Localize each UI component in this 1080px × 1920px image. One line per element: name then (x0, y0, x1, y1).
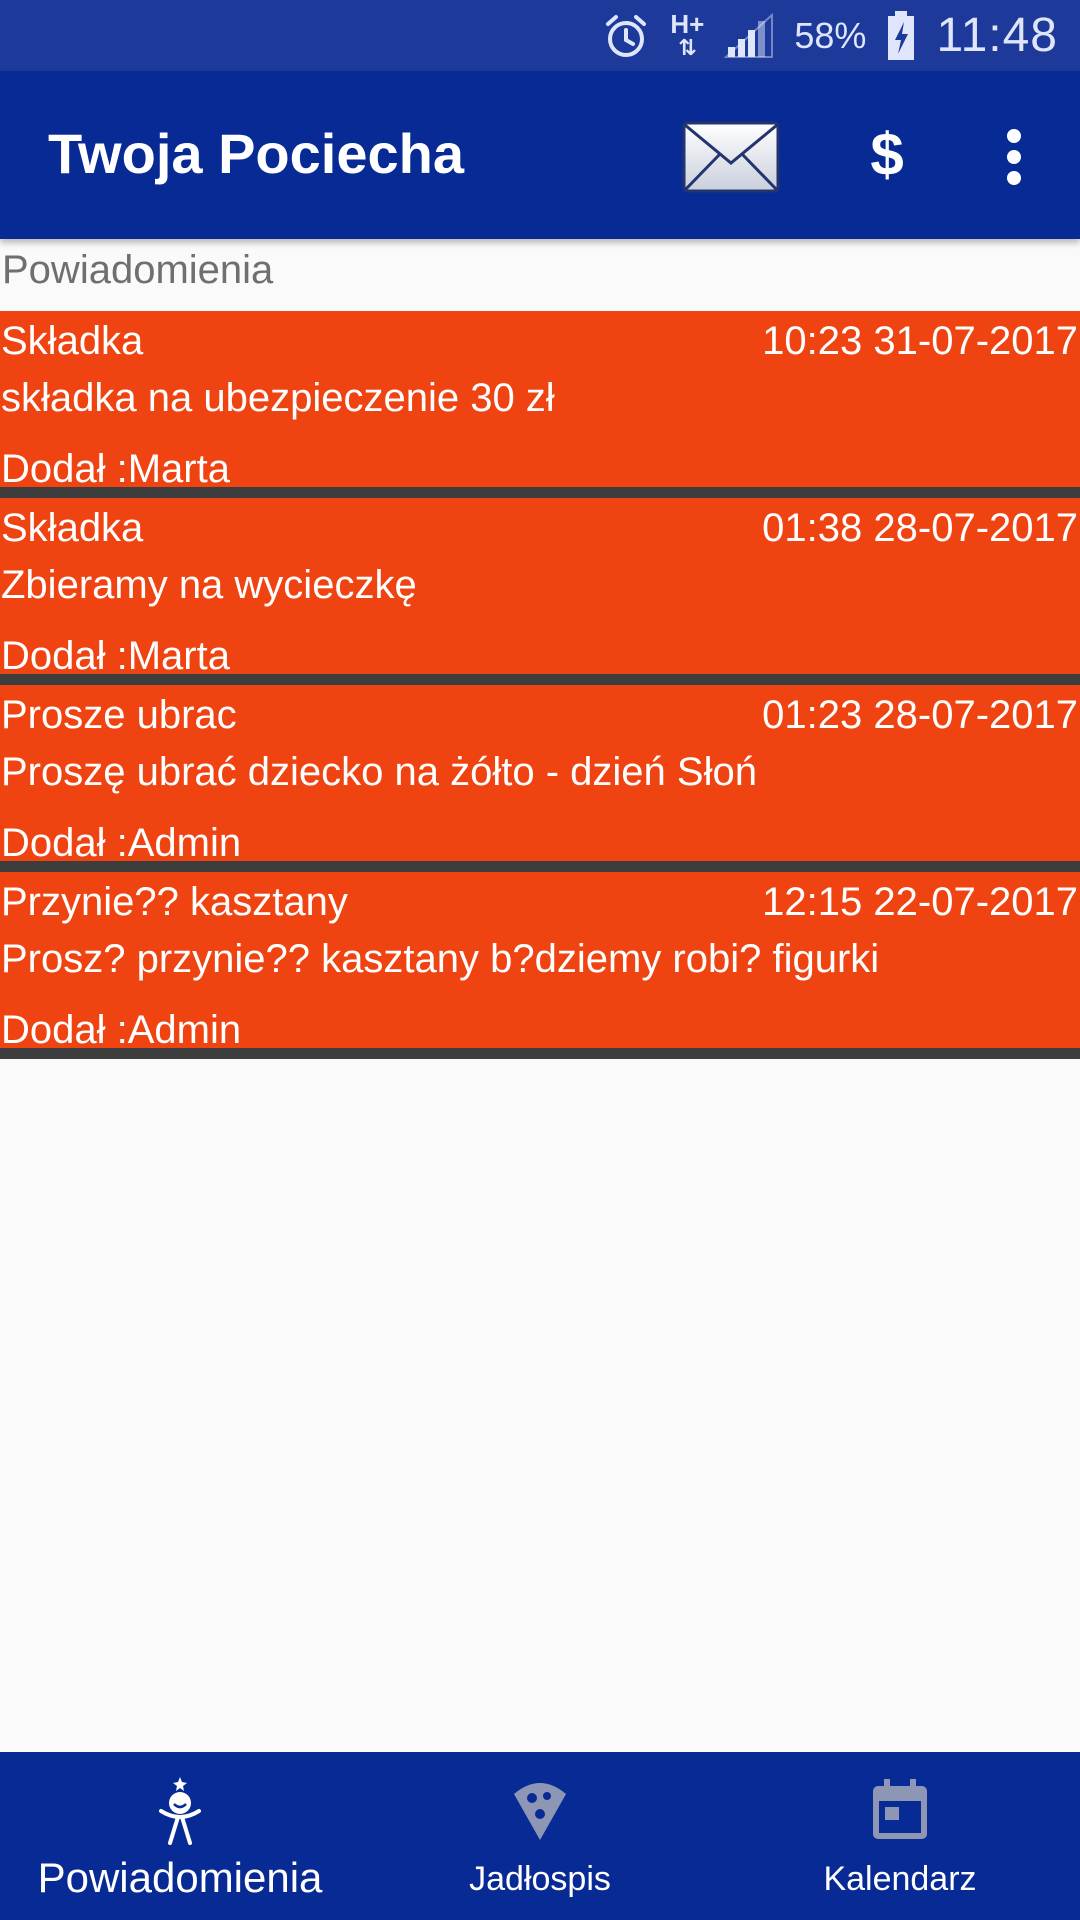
notification-author: Dodał :Marta (1, 447, 230, 491)
notification-card[interactable]: Prosze ubrac 01:23 28-07-2017 Proszę ubr… (0, 685, 1080, 872)
app-title: Twoja Pociecha (48, 122, 464, 185)
notification-title: Przynie?? kasztany (1, 880, 348, 924)
notification-title: Składka (1, 506, 144, 550)
section-title: Powiadomienia (2, 248, 274, 292)
notification-date: 12:15 22-07-2017 (762, 880, 1078, 924)
battery-charging-icon (886, 10, 916, 62)
status-bar: H+ ⇅ 58% 11:48 (0, 0, 1080, 71)
notification-date: 01:38 28-07-2017 (762, 506, 1078, 550)
payments-button[interactable]: $ (860, 113, 914, 197)
notification-body: Proszę ubrać dziecko na żółto - dzień Sł… (1, 750, 757, 794)
nav-item-kalendarz[interactable]: Kalendarz (720, 1752, 1080, 1920)
nav-item-powiadomienia[interactable]: Powiadomienia (0, 1752, 360, 1920)
clock: 11:48 (936, 9, 1058, 62)
battery-percent: 58% (794, 14, 867, 56)
alarm-icon (602, 12, 650, 60)
notification-author: Dodał :Admin (1, 1008, 242, 1052)
more-vertical-icon[interactable] (1000, 129, 1028, 185)
notification-list: Składka 10:23 31-07-2017 składka na ubez… (0, 311, 1080, 1059)
pizza-icon (512, 1770, 568, 1850)
calendar-icon (871, 1770, 929, 1850)
app-bar: Twoja Pociecha $ (0, 71, 1080, 239)
notification-author: Dodał :Marta (1, 634, 230, 678)
notification-title: Składka (1, 319, 144, 363)
nav-label: Powiadomienia (37, 1854, 323, 1901)
notification-card[interactable]: Przynie?? kasztany 12:15 22-07-2017 Pros… (0, 872, 1080, 1059)
notification-date: 10:23 31-07-2017 (762, 319, 1078, 363)
nav-item-jadlospis[interactable]: Jadłospis (360, 1752, 720, 1920)
bottom-navigation: Powiadomienia Jadłospis Kalendarz (0, 1752, 1080, 1920)
notification-card[interactable]: Składka 10:23 31-07-2017 składka na ubez… (0, 311, 1080, 498)
nav-label: Jadłospis (469, 1860, 611, 1898)
notification-title: Prosze ubrac (1, 693, 237, 737)
notification-body: Zbieramy na wycieczkę (1, 563, 417, 607)
envelope-icon[interactable] (682, 121, 780, 193)
notification-date: 01:23 28-07-2017 (762, 693, 1078, 737)
notification-body: Prosz? przynie?? kasztany b?dziemy robi?… (1, 937, 880, 981)
signal-icon (724, 12, 774, 59)
child-icon (155, 1770, 205, 1850)
notification-body: składka na ubezpieczenie 30 zł (1, 376, 555, 420)
notification-card[interactable]: Składka 01:38 28-07-2017 Zbieramy na wyc… (0, 498, 1080, 685)
network-type: H+ ⇅ (670, 8, 705, 60)
nav-label: Kalendarz (823, 1860, 977, 1898)
notification-author: Dodał :Admin (1, 821, 242, 865)
